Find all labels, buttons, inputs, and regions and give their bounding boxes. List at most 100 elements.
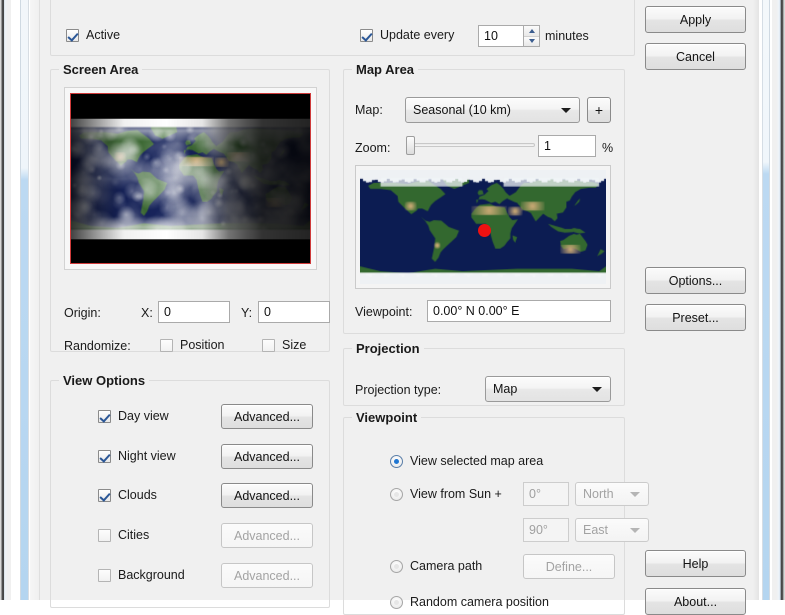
triangle-down-icon: [528, 39, 535, 44]
zoom-slider-thumb[interactable]: [406, 136, 415, 155]
origin-y-label: Y:: [241, 306, 253, 320]
zoom-percent-label: %: [602, 141, 614, 155]
screen-area-preview[interactable]: [70, 93, 311, 264]
checkbox-randomize-position[interactable]: Position: [160, 338, 224, 352]
radio-camera-path-dot[interactable]: [390, 559, 403, 573]
checkbox-background[interactable]: Background: [98, 568, 185, 582]
group-general-body: Active Update every 10 minutes: [50, 0, 635, 56]
update-interval-buttons[interactable]: [523, 25, 540, 47]
origin-label: Origin:: [64, 306, 101, 320]
checkbox-day-view-box[interactable]: [98, 409, 111, 423]
help-button[interactable]: Help: [645, 550, 746, 577]
group-viewpoint-body: View selected map area View from Sun + 0…: [343, 417, 649, 615]
cities-advanced-button: Advanced...: [221, 523, 313, 548]
group-general-title: General: [59, 0, 116, 1]
group-map-area-body: Map: Seasonal (10 km) + Zoom: 1 % Viewpo…: [343, 69, 625, 334]
background-advanced-button: Advanced...: [221, 563, 313, 588]
stepper-down-button[interactable]: [524, 36, 539, 46]
randomize-label: Randomize:: [64, 339, 131, 353]
radio-random-camera-position-dot[interactable]: [390, 595, 403, 609]
checkbox-randomize-size-label: Size: [282, 338, 307, 352]
apply-button[interactable]: Apply: [645, 6, 746, 33]
group-view-options-body: Day view Advanced... Night view Advanced…: [50, 380, 330, 608]
checkbox-day-view[interactable]: Day view: [98, 409, 169, 423]
group-projection: Projection Projection type: Map: [343, 341, 625, 406]
radio-view-selected-map-area-label: View selected map area: [410, 454, 544, 468]
group-viewpoint-title: Viewpoint: [352, 410, 422, 425]
viewpoint-marker-icon: [478, 224, 491, 237]
checkbox-background-label: Background: [118, 568, 185, 582]
night-view-advanced-button[interactable]: Advanced...: [221, 444, 313, 469]
projection-type-value: Map: [493, 382, 518, 396]
checkbox-background-box[interactable]: [98, 568, 111, 582]
sun-angle-2-input: 90°: [523, 518, 569, 542]
group-general: General Active Update every 10: [50, 0, 635, 56]
origin-x-input[interactable]: 0: [158, 301, 230, 323]
checkbox-night-view-box[interactable]: [98, 449, 111, 463]
zoom-label: Zoom:: [355, 141, 391, 155]
group-projection-body: Projection type: Map: [343, 348, 625, 406]
zoom-slider[interactable]: [406, 134, 535, 156]
radio-random-camera-position-label: Random camera position: [410, 595, 549, 609]
radio-view-from-sun-label: View from Sun +: [410, 487, 502, 501]
projection-type-select[interactable]: Map: [485, 376, 611, 402]
checkbox-randomize-position-label: Position: [180, 338, 225, 352]
map-area-preview-frame[interactable]: [355, 165, 611, 289]
preset-button[interactable]: Preset...: [645, 304, 746, 331]
chevron-down-icon: [561, 108, 571, 113]
viewpoint-coords-label: Viewpoint:: [355, 305, 413, 319]
radio-random-camera-position[interactable]: Random camera position: [390, 595, 549, 609]
checkbox-randomize-size-box[interactable]: [262, 338, 275, 352]
about-button-label: About...: [673, 594, 718, 609]
radio-camera-path-label: Camera path: [410, 559, 483, 573]
window-frame: General Active Update every 10: [0, 0, 785, 615]
map-select-value: Seasonal (10 km): [413, 103, 511, 117]
checkbox-night-view[interactable]: Night view: [98, 449, 176, 463]
zoom-slider-track[interactable]: [406, 143, 535, 147]
update-interval-value[interactable]: 10: [478, 25, 523, 47]
help-button-label: Help: [682, 556, 709, 571]
window-glass-right: [762, 0, 770, 600]
add-map-button[interactable]: +: [587, 97, 611, 123]
group-screen-area-title: Screen Area: [59, 62, 143, 77]
checkbox-active-box[interactable]: [66, 28, 79, 42]
radio-view-from-sun-dot[interactable]: [390, 487, 403, 501]
viewpoint-coords-input[interactable]: 0.00° N 0.00° E: [427, 300, 611, 322]
cancel-button[interactable]: Cancel: [645, 43, 746, 70]
stepper-up-button[interactable]: [524, 26, 539, 37]
night-view-advanced-label: Advanced...: [233, 449, 300, 464]
minutes-label: minutes: [545, 29, 589, 43]
day-view-advanced-button[interactable]: Advanced...: [221, 404, 313, 429]
checkbox-randomize-size[interactable]: Size: [262, 338, 306, 352]
cancel-button-label: Cancel: [676, 49, 715, 64]
map-select[interactable]: Seasonal (10 km): [405, 97, 580, 123]
checkbox-clouds-box[interactable]: [98, 488, 111, 502]
checkbox-randomize-position-box[interactable]: [160, 338, 173, 352]
radio-view-selected-map-area[interactable]: View selected map area: [390, 454, 543, 468]
checkbox-active[interactable]: Active: [66, 28, 120, 42]
checkbox-update-every[interactable]: Update every: [360, 28, 454, 42]
update-interval-stepper[interactable]: 10: [478, 25, 540, 47]
checkbox-cities-box[interactable]: [98, 528, 111, 542]
origin-y-input[interactable]: 0: [258, 301, 330, 323]
checkbox-update-every-box[interactable]: [360, 28, 373, 42]
checkbox-cities[interactable]: Cities: [98, 528, 149, 542]
options-button[interactable]: Options...: [645, 267, 746, 294]
zoom-input[interactable]: 1: [538, 135, 596, 157]
checkbox-active-label: Active: [86, 28, 121, 42]
radio-view-from-sun[interactable]: View from Sun +: [390, 487, 502, 501]
apply-button-label: Apply: [679, 12, 712, 27]
sun-direction-2-value: East: [583, 523, 609, 537]
radio-camera-path[interactable]: Camera path: [390, 559, 482, 573]
chevron-down-icon: [592, 387, 602, 392]
clouds-advanced-button[interactable]: Advanced...: [221, 483, 313, 508]
background-advanced-label: Advanced...: [233, 568, 300, 583]
window-inner-left: [30, 0, 40, 600]
checkbox-day-view-label: Day view: [118, 409, 169, 423]
about-button[interactable]: About...: [645, 588, 746, 615]
dialog-client-area: General Active Update every 10: [40, 0, 757, 615]
radio-view-selected-map-area-dot[interactable]: [390, 454, 403, 468]
group-view-options-title: View Options: [59, 373, 150, 388]
checkbox-clouds[interactable]: Clouds: [98, 488, 157, 502]
clouds-advanced-label: Advanced...: [233, 488, 300, 503]
